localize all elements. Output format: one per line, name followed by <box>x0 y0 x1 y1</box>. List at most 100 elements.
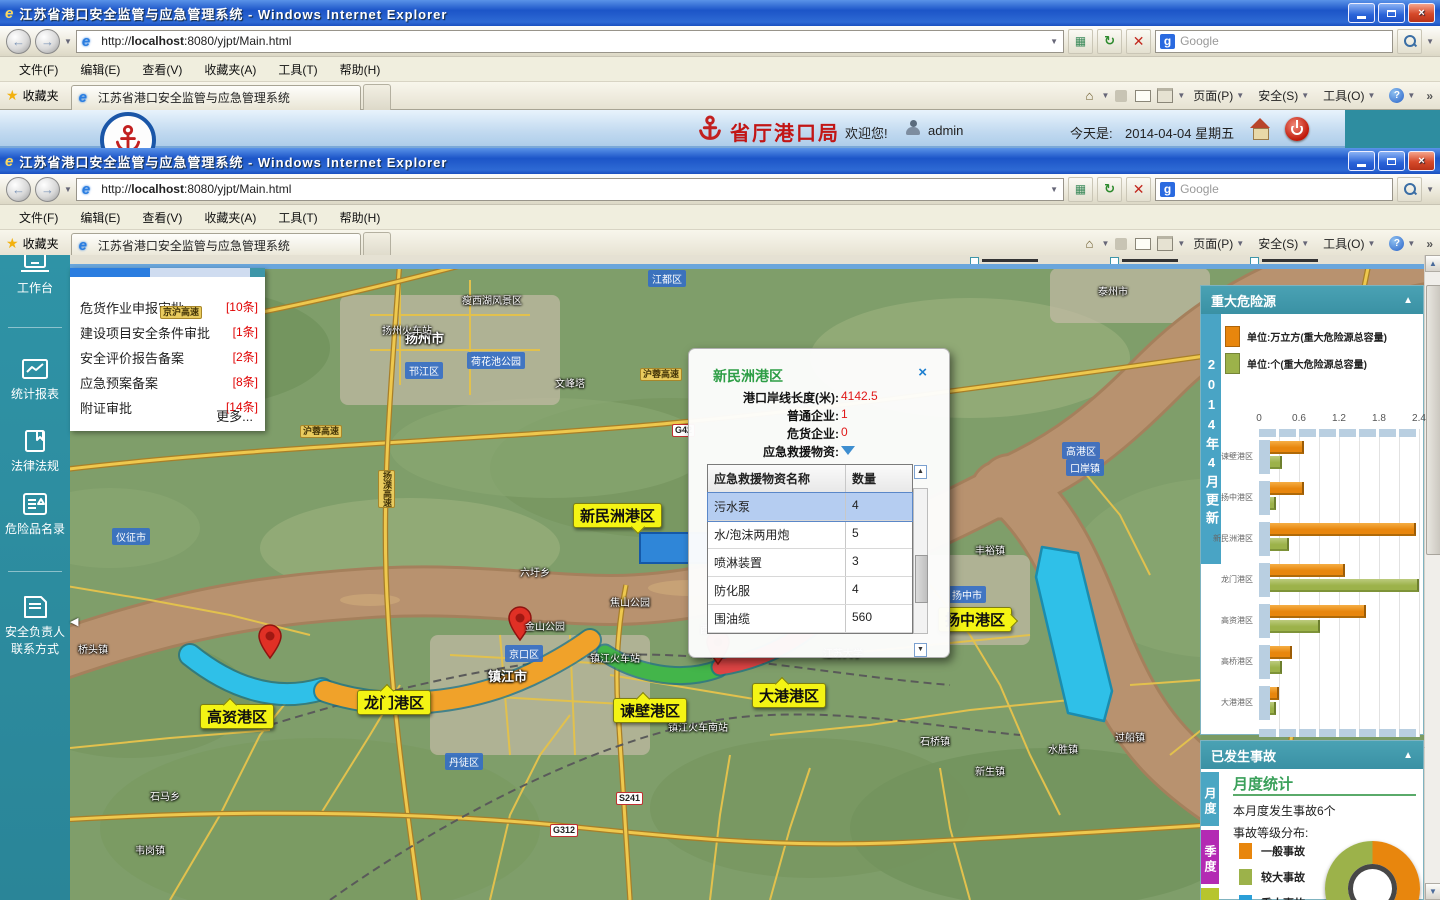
address-input[interactable]: ehttp://localhost:8080/yjpt/Main.html▼ <box>76 178 1064 201</box>
print-icon[interactable] <box>1155 87 1175 105</box>
menu-item[interactable]: 编辑(E) <box>69 206 131 229</box>
layer-checkbox[interactable] <box>1250 257 1259 264</box>
print-icon[interactable] <box>1155 235 1175 253</box>
refresh-button[interactable]: ↻ <box>1097 177 1122 202</box>
todo-menu-item[interactable]: 安全评价报告备案[2条] <box>80 348 258 367</box>
table-scrollbar[interactable]: ▲ ▼ <box>913 488 928 634</box>
tools-menu-button[interactable]: 工具(O)▼ <box>1317 233 1381 254</box>
menu-item[interactable]: 收藏夹(A) <box>193 58 267 81</box>
mail-icon[interactable] <box>1133 87 1153 105</box>
search-options-icon[interactable]: ▼ <box>1426 37 1434 46</box>
rss-icon[interactable] <box>1111 235 1131 253</box>
layer-checkbox[interactable] <box>1110 257 1119 264</box>
new-tab-button[interactable] <box>363 84 391 110</box>
todo-menu-item[interactable]: 危货作业申报审批[10条] <box>80 298 258 317</box>
mail-icon[interactable] <box>1133 235 1153 253</box>
stop-button[interactable]: ✕ <box>1126 177 1151 202</box>
address-dropdown-icon[interactable]: ▼ <box>1050 37 1058 46</box>
compatibility-button[interactable]: ▦ <box>1068 29 1093 54</box>
scroll-down-icon[interactable]: ▼ <box>1425 883 1440 900</box>
home-icon[interactable]: ⌂ <box>1079 235 1099 253</box>
close-icon[interactable]: × <box>918 364 927 381</box>
print-dropdown-icon[interactable]: ▼ <box>1177 91 1185 100</box>
hazards-panel-header[interactable]: 重大危险源 ▲ <box>1201 286 1423 314</box>
forward-button[interactable]: → <box>35 29 60 54</box>
back-button[interactable]: ← <box>6 177 31 202</box>
menu-item[interactable]: 收藏夹(A) <box>193 206 267 229</box>
table-row[interactable]: 防化服4 <box>708 577 912 605</box>
menu-item[interactable]: 文件(F) <box>8 58 69 81</box>
menu-item[interactable]: 查看(V) <box>131 58 193 81</box>
table-row[interactable]: 水/泡沫两用炮5 <box>708 521 912 549</box>
home-dropdown-icon[interactable]: ▼ <box>1101 239 1109 248</box>
search-box[interactable]: gGoogle <box>1155 30 1393 53</box>
layer-checkbox[interactable] <box>970 257 979 264</box>
overflow-chevron-icon[interactable]: » <box>1423 89 1436 103</box>
address-input[interactable]: ehttp://localhost:8080/yjpt/Main.html▼ <box>76 30 1064 53</box>
help-button[interactable]: ?▼ <box>1383 86 1421 105</box>
favorites-star-icon[interactable]: ★ <box>6 87 19 104</box>
tools-menu-button[interactable]: 工具(O)▼ <box>1317 85 1381 106</box>
history-dropdown-icon[interactable]: ▼ <box>64 185 72 194</box>
page-scrollbar[interactable]: ▲ ▼ <box>1424 255 1440 900</box>
menu-item[interactable]: 工具(T) <box>267 206 328 229</box>
safety-menu-button[interactable]: 安全(S)▼ <box>1252 85 1315 106</box>
period-tab-2[interactable]: 季度 <box>1201 830 1219 884</box>
history-dropdown-icon[interactable]: ▼ <box>64 37 72 46</box>
home-icon[interactable] <box>1248 118 1272 140</box>
menu-item[interactable]: 查看(V) <box>131 206 193 229</box>
search-options-icon[interactable]: ▼ <box>1426 185 1434 194</box>
search-button[interactable] <box>1397 177 1422 202</box>
favorites-label[interactable]: 收藏夹 <box>23 87 59 104</box>
favorites-star-icon[interactable]: ★ <box>6 235 19 252</box>
page-menu-button[interactable]: 页面(P)▼ <box>1187 233 1250 254</box>
stop-button[interactable]: ✕ <box>1126 29 1151 54</box>
sidebar-item-hazmat-directory[interactable]: 危险品名录 <box>0 490 70 538</box>
todo-more-link[interactable]: 更多... <box>216 406 253 425</box>
logout-power-icon[interactable] <box>1285 117 1309 141</box>
sidebar-item-laws[interactable]: 法律法规 <box>0 427 70 475</box>
table-row[interactable]: 喷淋装置3 <box>708 549 912 577</box>
sidebar-item-reports[interactable]: 统计报表 <box>0 355 70 403</box>
menu-item[interactable]: 帮助(H) <box>329 206 392 229</box>
safety-menu-button[interactable]: 安全(S)▼ <box>1252 233 1315 254</box>
favorites-label[interactable]: 收藏夹 <box>23 235 59 252</box>
minimize-button[interactable] <box>1348 151 1375 171</box>
close-button[interactable]: × <box>1408 151 1435 171</box>
menu-item[interactable]: 工具(T) <box>267 58 328 81</box>
collapse-icon[interactable]: ▲ <box>1403 295 1413 306</box>
todo-menu-item[interactable]: 建设项目安全条件审批[1条] <box>80 323 258 342</box>
maximize-button[interactable] <box>1378 3 1405 23</box>
close-button[interactable]: × <box>1408 3 1435 23</box>
home-dropdown-icon[interactable]: ▼ <box>1101 91 1109 100</box>
scroll-down-icon[interactable]: ▼ <box>914 643 927 657</box>
todo-menu-item[interactable]: 应急预案备案[8条] <box>80 373 258 392</box>
table-row[interactable]: 污水泵4 <box>708 493 912 521</box>
sidebar-collapse-icon[interactable]: ◀ <box>70 615 78 628</box>
scroll-up-icon[interactable]: ▲ <box>914 465 927 479</box>
home-icon[interactable]: ⌂ <box>1079 87 1099 105</box>
page-tab[interactable]: e江苏省港口安全监管与应急管理系统 <box>71 85 361 110</box>
page-menu-button[interactable]: 页面(P)▼ <box>1187 85 1250 106</box>
scroll-thumb[interactable] <box>915 555 928 603</box>
rss-icon[interactable] <box>1111 87 1131 105</box>
sidebar-item-workbench[interactable]: 工作台 <box>0 255 70 297</box>
search-box[interactable]: gGoogle <box>1155 178 1393 201</box>
search-button[interactable] <box>1397 29 1422 54</box>
minimize-button[interactable] <box>1348 3 1375 23</box>
address-dropdown-icon[interactable]: ▼ <box>1050 185 1058 194</box>
overflow-chevron-icon[interactable]: » <box>1423 237 1436 251</box>
expand-materials-icon[interactable] <box>841 446 855 455</box>
compatibility-button[interactable]: ▦ <box>1068 177 1093 202</box>
scroll-up-icon[interactable]: ▲ <box>1425 255 1440 272</box>
accidents-panel-header[interactable]: 已发生事故 ▲ <box>1201 741 1423 769</box>
back-button[interactable]: ← <box>6 29 31 54</box>
menu-item[interactable]: 帮助(H) <box>329 58 392 81</box>
menu-item[interactable]: 文件(F) <box>8 206 69 229</box>
sidebar-item-safety-contacts[interactable]: 安全负责人联系方式 <box>0 593 70 658</box>
page-tab[interactable]: e江苏省港口安全监管与应急管理系统 <box>71 233 361 258</box>
period-tab-1[interactable]: 月度 <box>1201 772 1219 826</box>
scroll-thumb[interactable] <box>1426 285 1440 555</box>
menu-item[interactable]: 编辑(E) <box>69 58 131 81</box>
help-button[interactable]: ?▼ <box>1383 234 1421 253</box>
